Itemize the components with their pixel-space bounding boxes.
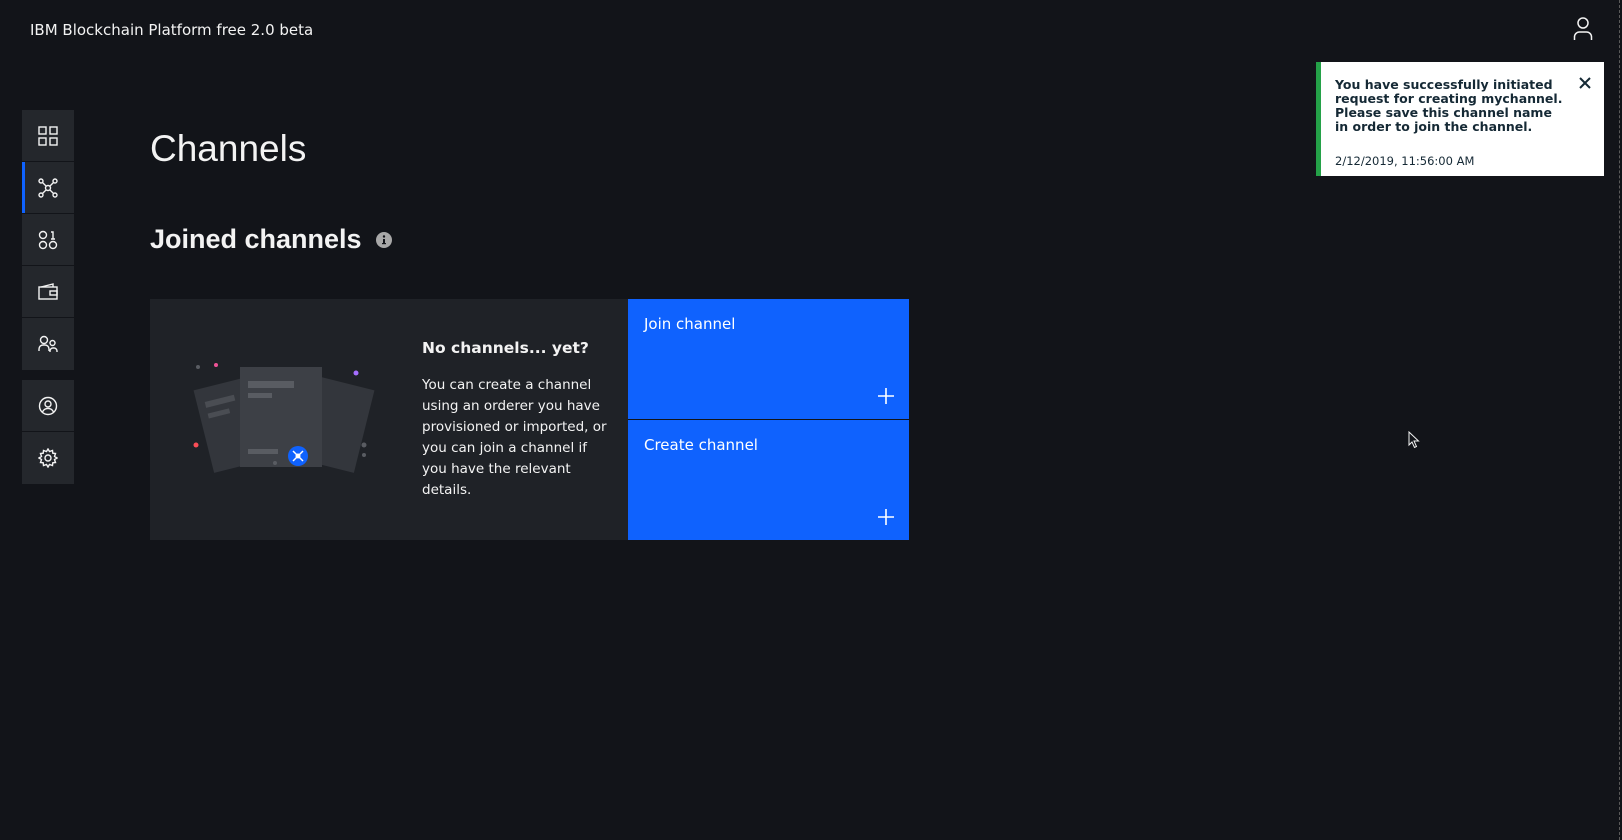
page-title: Channels — [150, 128, 307, 169]
empty-state-title: No channels... yet? — [422, 339, 589, 357]
close-icon[interactable] — [1578, 76, 1592, 90]
join-channel-label: Join channel — [644, 315, 736, 333]
empty-state-card: No channels... yet? You can create a cha… — [150, 299, 628, 540]
nav-item-nodes[interactable] — [22, 110, 74, 162]
create-channel-label: Create channel — [644, 436, 758, 454]
success-toast-notification: You have successfully initiated request … — [1316, 62, 1604, 176]
wallet-icon — [38, 282, 58, 300]
gear-icon — [38, 448, 58, 468]
dashboard-grid-icon — [38, 125, 58, 146]
section-title: Joined channels — [150, 224, 392, 255]
nav-group-main — [22, 110, 74, 370]
toast-timestamp: 2/12/2019, 11:56:00 AM — [1335, 154, 1475, 168]
smart-contracts-icon — [38, 230, 58, 249]
empty-state-description: You can create a channel using an ordere… — [422, 377, 607, 498]
nav-item-users[interactable] — [22, 380, 74, 432]
viewport-edge-divider — [1619, 0, 1620, 840]
user-profile-button[interactable] — [1566, 12, 1600, 46]
info-icon[interactable] — [375, 231, 392, 248]
user-icon — [1573, 17, 1593, 40]
toast-message: You have successfully initiated request … — [1335, 77, 1563, 134]
nav-item-channels[interactable] — [22, 162, 74, 214]
top-header: IBM Blockchain Platform free 2.0 beta — [0, 0, 1622, 60]
plus-icon — [878, 388, 894, 404]
mouse-cursor-icon — [1408, 431, 1420, 449]
plus-icon — [878, 509, 894, 525]
nav-item-settings[interactable] — [22, 432, 74, 484]
nav-item-wallet[interactable] — [22, 266, 74, 318]
side-navigation — [22, 110, 74, 484]
nav-group-secondary — [22, 380, 74, 484]
create-channel-tile[interactable]: Create channel — [628, 420, 909, 540]
app-title: IBM Blockchain Platform free 2.0 beta — [30, 21, 314, 39]
network-icon — [38, 177, 58, 198]
join-channel-tile[interactable]: Join channel — [628, 299, 909, 419]
nav-item-organizations[interactable] — [22, 318, 74, 370]
organizations-icon — [38, 335, 58, 352]
empty-state-illustration — [184, 359, 384, 479]
nav-item-smart-contracts[interactable] — [22, 214, 74, 266]
user-avatar-icon — [38, 396, 58, 415]
section-title-text: Joined channels — [150, 224, 362, 254]
